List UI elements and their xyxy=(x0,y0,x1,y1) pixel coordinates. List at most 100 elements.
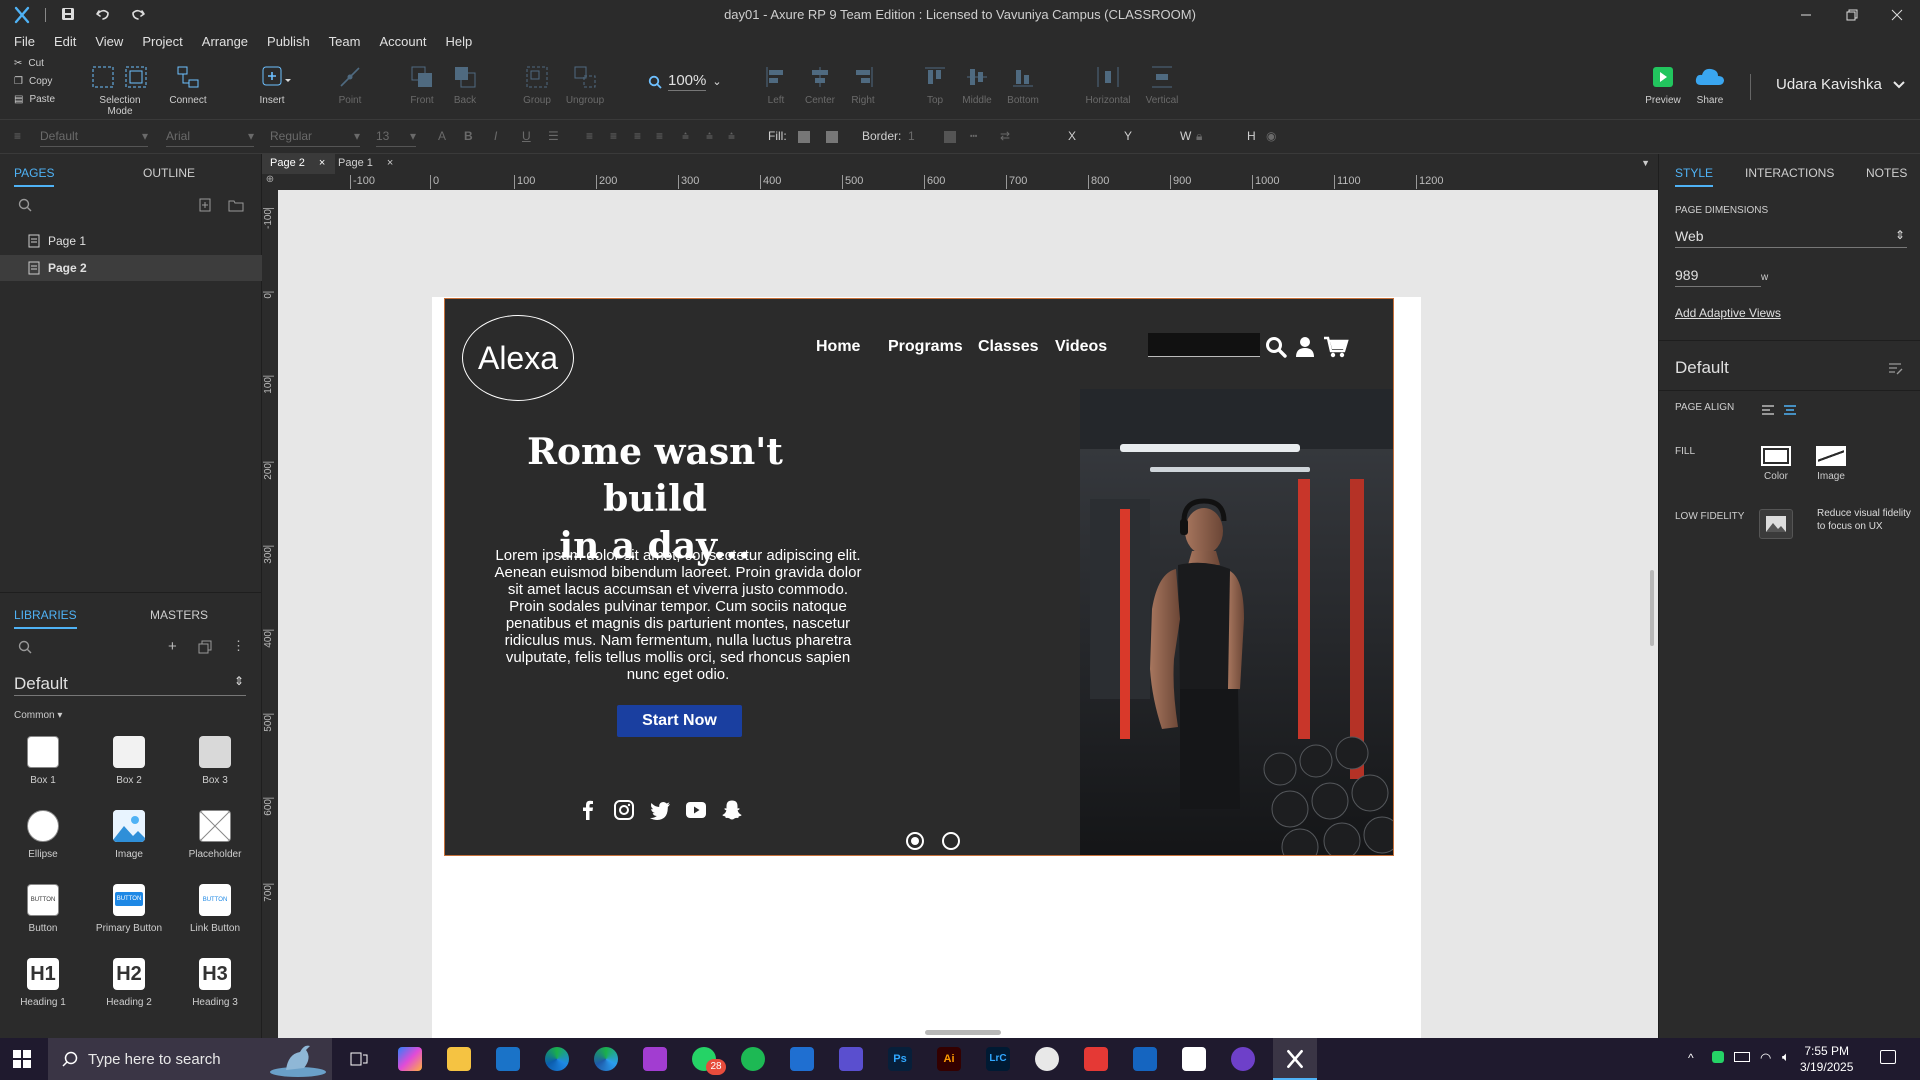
user-account-menu[interactable]: Udara Kavishka xyxy=(1776,76,1906,93)
text-justify-icon[interactable]: ≡ xyxy=(656,129,663,143)
menu-project[interactable]: Project xyxy=(142,30,182,54)
page-width-input[interactable]: 989 xyxy=(1675,267,1761,287)
close-tab-icon[interactable]: × xyxy=(319,157,325,169)
snapchat-icon[interactable] xyxy=(721,799,743,821)
widget-category[interactable]: Common ▾ xyxy=(14,710,62,721)
tray-whatsapp-icon[interactable] xyxy=(1712,1051,1724,1063)
clock-app-icon[interactable] xyxy=(1035,1047,1059,1071)
restore-button[interactable] xyxy=(1829,0,1875,30)
library-copy-icon[interactable] xyxy=(198,640,212,654)
fill-gradient-swatch[interactable] xyxy=(826,131,838,143)
style-dropdown[interactable]: Default ▾ xyxy=(40,129,148,147)
design-canvas[interactable]: Alexa Home Programs Classes Videos Rome … xyxy=(278,190,1658,1038)
add-page-icon[interactable] xyxy=(198,198,212,212)
page-item-page-2[interactable]: Page 2 xyxy=(0,255,262,281)
font-color-icon[interactable]: A xyxy=(438,129,446,143)
tab-style[interactable]: STYLE xyxy=(1675,166,1714,187)
photos-app-icon[interactable] xyxy=(643,1047,667,1071)
style-edit-icon[interactable] xyxy=(1887,360,1903,376)
font-size-dropdown[interactable]: 13 ▾ xyxy=(376,129,416,147)
illustrator-icon[interactable]: Ai xyxy=(937,1047,961,1071)
widget-placeholder[interactable]: Placeholder xyxy=(180,810,250,860)
underline-icon[interactable]: U xyxy=(522,129,531,143)
menu-team[interactable]: Team xyxy=(329,30,361,54)
distribute-vertical-button[interactable]: Vertical xyxy=(1132,64,1192,106)
library-search-icon[interactable] xyxy=(18,640,32,654)
font-dropdown[interactable]: Arial ▾ xyxy=(166,129,254,147)
widget-heading-1[interactable]: H1 Heading 1 xyxy=(8,958,78,1008)
border-style-icon[interactable]: ┅ xyxy=(970,129,977,143)
valign-bottom-icon[interactable]: ⩮ xyxy=(728,129,735,144)
align-bottom-button[interactable]: Bottom xyxy=(993,64,1053,106)
menu-account[interactable]: Account xyxy=(379,30,426,54)
page-item-page-1[interactable]: Page 1 xyxy=(0,228,262,254)
lightroom-icon[interactable]: LrC xyxy=(986,1047,1010,1071)
instagram-icon[interactable] xyxy=(613,799,635,821)
youtube-icon[interactable] xyxy=(685,799,707,821)
axure-taskbar-button[interactable] xyxy=(1273,1038,1317,1080)
tab-page-1[interactable]: Page 1 × xyxy=(330,154,403,174)
add-adaptive-views-link[interactable]: Add Adaptive Views xyxy=(1675,306,1781,320)
user-icon[interactable] xyxy=(1295,336,1315,358)
page-align-left-icon[interactable] xyxy=(1761,404,1775,416)
proton-vpn-icon[interactable] xyxy=(839,1047,863,1071)
point-button[interactable]: Point xyxy=(320,64,380,106)
widget-heading-3[interactable]: H3 Heading 3 xyxy=(180,958,250,1008)
tab-libraries[interactable]: LIBRARIES xyxy=(14,608,77,629)
canvas-vertical-scrollbar[interactable] xyxy=(1650,570,1654,646)
github-desktop-icon[interactable] xyxy=(1231,1047,1255,1071)
valign-top-icon[interactable]: ⩮ xyxy=(682,129,689,144)
widget-ellipse[interactable]: Ellipse xyxy=(8,810,78,860)
notifications-icon[interactable] xyxy=(1880,1050,1896,1064)
photoshop-icon[interactable]: Ps xyxy=(888,1047,912,1071)
website-mockup[interactable]: Alexa Home Programs Classes Videos Rome … xyxy=(444,298,1394,856)
site-search-field[interactable] xyxy=(1148,333,1260,357)
battery-icon[interactable] xyxy=(1734,1052,1750,1062)
capcut-icon[interactable] xyxy=(1182,1047,1206,1071)
close-tab-icon[interactable]: × xyxy=(387,157,393,169)
fill-image-option[interactable]: Image xyxy=(1816,446,1846,482)
tray-overflow-icon[interactable]: ^ xyxy=(1688,1051,1694,1065)
add-folder-icon[interactable] xyxy=(228,198,244,212)
carousel-dot[interactable] xyxy=(941,831,961,851)
menu-file[interactable]: File xyxy=(14,30,35,54)
tab-masters[interactable]: MASTERS xyxy=(150,608,208,622)
connect-button[interactable]: Connect xyxy=(158,64,218,106)
fill-color-option[interactable]: Color xyxy=(1761,446,1791,482)
system-clock[interactable]: 7:55 PM 3/19/2025 xyxy=(1800,1043,1853,1075)
hero-gym-photo[interactable] xyxy=(1080,389,1393,855)
canvas-horizontal-scrollbar[interactable] xyxy=(925,1030,1001,1035)
weight-dropdown[interactable]: Regular ▾ xyxy=(270,129,360,147)
tab-outline[interactable]: OUTLINE xyxy=(143,166,195,180)
carousel-dot-active[interactable] xyxy=(905,831,925,851)
volume-icon[interactable]: 🔈︎ xyxy=(1782,1049,1790,1065)
cart-icon[interactable] xyxy=(1323,336,1349,358)
border-arrow-icon[interactable]: ⇄ xyxy=(1000,129,1010,143)
widget-box-3[interactable]: Box 3 xyxy=(180,736,250,786)
edge-icon[interactable] xyxy=(545,1047,569,1071)
paste-button[interactable]: ▤ Paste xyxy=(14,94,55,105)
valign-middle-icon[interactable]: ⩮ xyxy=(706,129,713,144)
start-now-button[interactable]: Start Now xyxy=(617,705,742,737)
menu-publish[interactable]: Publish xyxy=(267,30,310,54)
border-width-value[interactable]: 1 xyxy=(908,129,915,143)
lock-ratio-icon[interactable]: 🔒︎ xyxy=(1196,129,1202,144)
copilot-icon[interactable] xyxy=(398,1047,422,1071)
widget-box-1[interactable]: Box 1 xyxy=(8,736,78,786)
widget-button[interactable]: BUTTON Button xyxy=(8,884,78,934)
add-library-icon[interactable]: + xyxy=(168,638,177,655)
menu-arrange[interactable]: Arrange xyxy=(202,30,248,54)
wifi-icon[interactable]: ◠ xyxy=(1760,1050,1771,1066)
taskbar-search-box[interactable]: Type here to search xyxy=(48,1038,332,1080)
facebook-icon[interactable] xyxy=(577,799,599,821)
page-dimension-dropdown[interactable]: Web ⇕ xyxy=(1675,228,1907,248)
pages-search-icon[interactable] xyxy=(18,198,32,212)
text-align-right-icon[interactable]: ≡ xyxy=(634,129,641,143)
selection-mode-button[interactable]: Selection Mode xyxy=(90,64,150,117)
tab-interactions[interactable]: INTERACTIONS xyxy=(1745,166,1834,180)
zoom-control[interactable]: 100% ⌄ xyxy=(648,72,722,91)
low-fidelity-toggle[interactable] xyxy=(1759,509,1793,539)
text-align-center-icon[interactable]: ≡ xyxy=(610,129,617,143)
ungroup-button[interactable]: Ungroup xyxy=(555,64,615,106)
share-button[interactable]: Share xyxy=(1680,64,1740,106)
